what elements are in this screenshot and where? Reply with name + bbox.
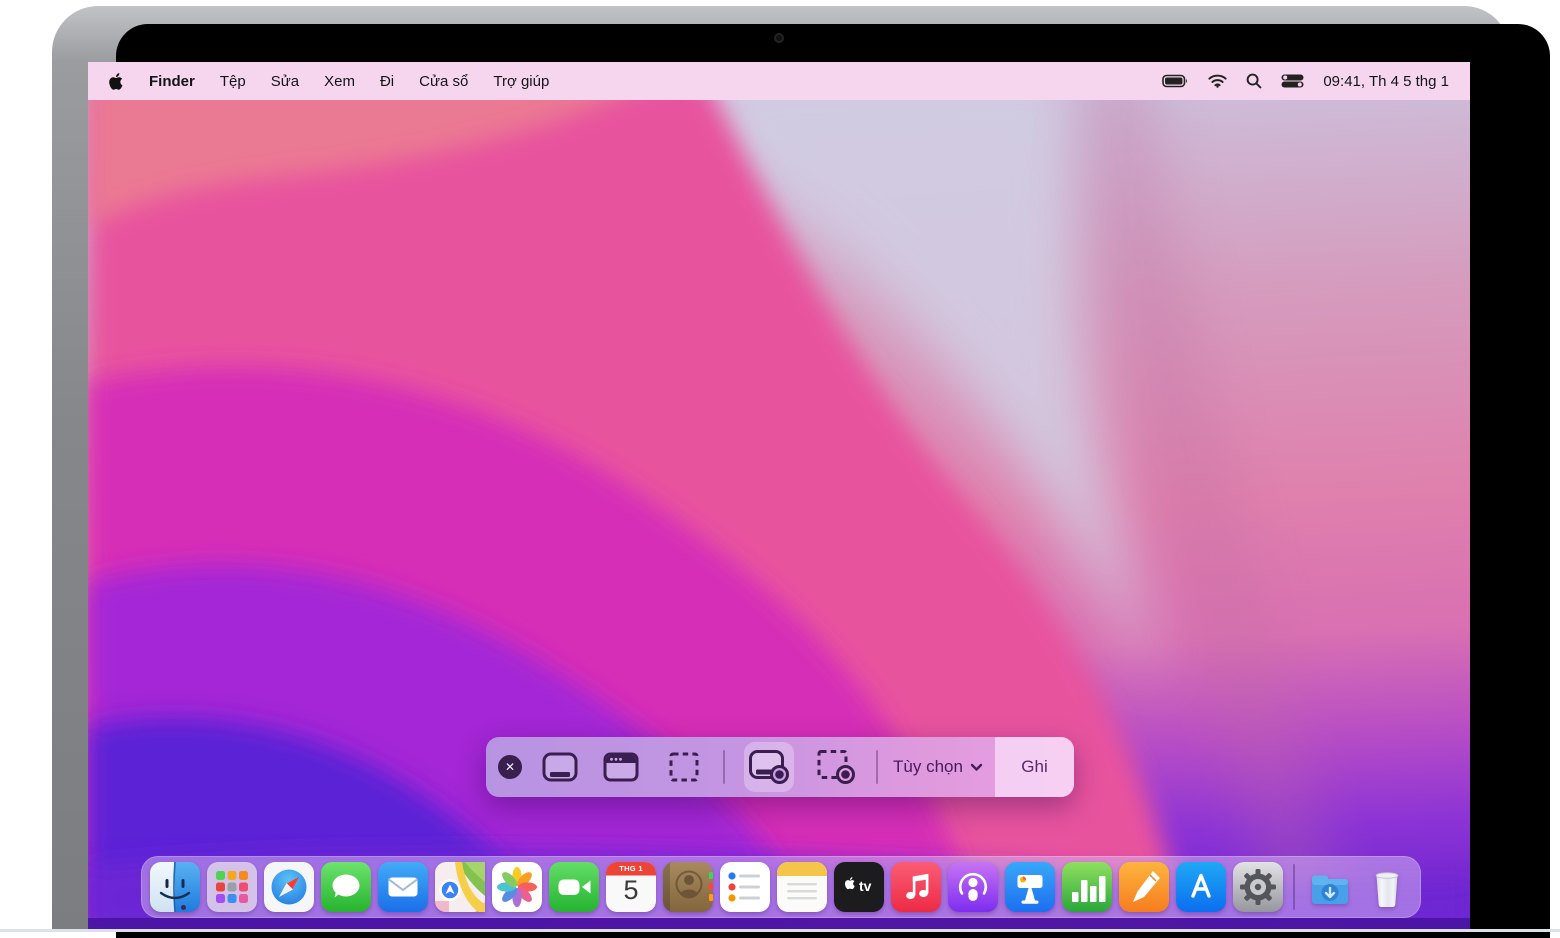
- toolbar-divider: [876, 750, 878, 784]
- app-store-icon: [1176, 862, 1226, 912]
- options-label: Tùy chọn: [893, 757, 963, 777]
- dock-item-facetime[interactable]: [549, 862, 599, 912]
- dock-item-launchpad[interactable]: [207, 862, 257, 912]
- safari-icon: [264, 862, 314, 912]
- photos-icon: [492, 862, 542, 912]
- mail-icon: [378, 862, 428, 912]
- menu-item-view[interactable]: Xem: [324, 73, 355, 90]
- dock-item-contacts[interactable]: [663, 862, 713, 912]
- capture-window-icon: [602, 751, 640, 783]
- dock-item-photos[interactable]: [492, 862, 542, 912]
- dock-item-keynote[interactable]: [1005, 862, 1055, 912]
- menu-bar-status: 09:41, Th 4 5 thg 1: [1162, 73, 1449, 90]
- dock-item-reminders[interactable]: [720, 862, 770, 912]
- menu-bar: Finder Tệp Sửa Xem Đi Cửa sổ Trợ giúp: [88, 62, 1470, 100]
- dock-item-safari[interactable]: [264, 862, 314, 912]
- finder-icon: [150, 862, 200, 912]
- menu-item-go[interactable]: Đi: [380, 73, 394, 90]
- capture-screen-icon: [541, 751, 579, 783]
- calendar-day-label: 5: [606, 875, 656, 906]
- dock-item-music[interactable]: [891, 862, 941, 912]
- dock-item-calendar[interactable]: THG 1 5: [606, 862, 656, 912]
- messages-icon: [321, 862, 371, 912]
- battery-icon[interactable]: [1162, 74, 1189, 88]
- menu-bar-clock[interactable]: 09:41, Th 4 5 thg 1: [1323, 73, 1449, 90]
- dock-item-downloads[interactable]: [1305, 862, 1355, 912]
- apple-menu[interactable]: [109, 73, 123, 90]
- record-selection-button[interactable]: [814, 745, 858, 789]
- music-icon: [891, 862, 941, 912]
- desktop-wallpaper: [88, 62, 1470, 932]
- dock-item-apple-tv[interactable]: tv: [834, 862, 884, 912]
- toolbar-divider: [723, 750, 725, 784]
- system-preferences-icon: [1233, 862, 1283, 912]
- contacts-icon: [663, 862, 713, 912]
- reminders-icon: [720, 862, 770, 912]
- downloads-folder-icon: [1305, 862, 1355, 912]
- capture-selection-icon: [667, 751, 701, 783]
- control-center-icon[interactable]: [1281, 74, 1304, 88]
- chevron-down-icon: [970, 763, 983, 772]
- record-selection-icon: [815, 749, 857, 785]
- screen: Finder Tệp Sửa Xem Đi Cửa sổ Trợ giúp: [88, 62, 1470, 932]
- apple-tv-label: tv: [859, 878, 871, 894]
- maps-icon: [435, 862, 485, 912]
- facetime-icon: [549, 862, 599, 912]
- dock-item-trash[interactable]: [1362, 862, 1412, 912]
- running-indicator-dot: [181, 905, 186, 910]
- dock-item-mail[interactable]: [378, 862, 428, 912]
- record-entire-screen-button[interactable]: [747, 745, 791, 789]
- dock-item-app-store[interactable]: [1176, 862, 1226, 912]
- trash-icon: [1362, 862, 1412, 912]
- menu-item-file[interactable]: Tệp: [220, 73, 246, 90]
- numbers-icon: [1062, 862, 1112, 912]
- pages-icon: [1119, 862, 1169, 912]
- capture-entire-screen-button[interactable]: [538, 745, 582, 789]
- dock-item-maps[interactable]: [435, 862, 485, 912]
- dock-item-pages[interactable]: [1119, 862, 1169, 912]
- close-button[interactable]: ✕: [498, 755, 522, 779]
- dock: THG 1 5: [141, 856, 1421, 918]
- calendar-month-label: THG 1: [606, 864, 656, 873]
- menu-item-edit[interactable]: Sửa: [271, 73, 299, 90]
- close-icon: ✕: [505, 760, 515, 774]
- launchpad-icon: [207, 862, 257, 912]
- menu-item-help[interactable]: Trợ giúp: [493, 73, 549, 90]
- webcam-icon: [774, 33, 784, 43]
- menu-item-window[interactable]: Cửa sổ: [419, 73, 468, 90]
- apple-logo-icon: [109, 73, 123, 90]
- page: { "menu_bar": { "app_menu": "Finder", "m…: [0, 0, 1560, 932]
- dock-item-notes[interactable]: [777, 862, 827, 912]
- keynote-icon: [1005, 862, 1055, 912]
- capture-window-button[interactable]: [599, 745, 643, 789]
- screenshot-toolbar: ✕: [486, 737, 1074, 797]
- dock-item-finder[interactable]: [150, 862, 200, 912]
- podcasts-icon: [948, 862, 998, 912]
- dock-item-system-preferences[interactable]: [1233, 862, 1283, 912]
- dock-item-messages[interactable]: [321, 862, 371, 912]
- options-button[interactable]: Tùy chọn: [884, 737, 992, 797]
- capture-selection-button[interactable]: [662, 745, 706, 789]
- dock-item-numbers[interactable]: [1062, 862, 1112, 912]
- spotlight-search-icon[interactable]: [1246, 73, 1262, 89]
- record-button[interactable]: Ghi: [995, 737, 1074, 797]
- dock-divider: [1293, 864, 1295, 910]
- menu-item-finder[interactable]: Finder: [149, 73, 195, 90]
- record-label: Ghi: [1021, 757, 1047, 777]
- wifi-icon[interactable]: [1208, 74, 1227, 88]
- notes-icon: [777, 862, 827, 912]
- dock-item-podcasts[interactable]: [948, 862, 998, 912]
- record-screen-icon: [748, 749, 790, 785]
